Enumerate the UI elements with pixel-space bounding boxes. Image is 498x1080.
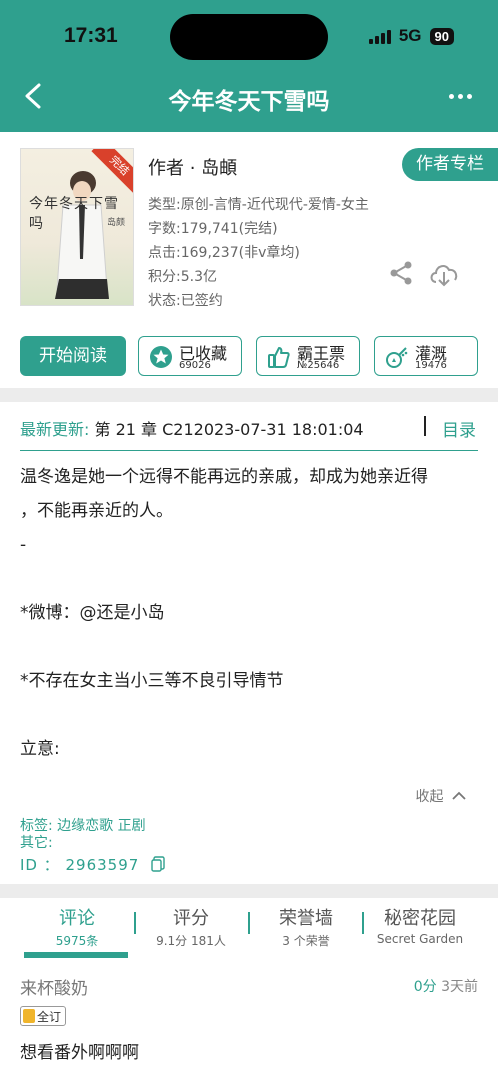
tab-sub: 9.1分 181人 [156, 934, 226, 948]
comment-time: 3天前 [441, 979, 478, 995]
water-button[interactable]: 灌溉 19476 [374, 336, 478, 376]
book-cover[interactable]: 今年冬天下雪吗 岛颇 完结 [20, 148, 134, 306]
book-score: 积分:5.3亿 [148, 269, 217, 285]
copy-icon[interactable] [151, 856, 165, 872]
download-icon[interactable] [428, 260, 460, 288]
table-of-contents-link[interactable]: 目录 [442, 416, 476, 441]
collapse-label: 收起 [415, 789, 444, 805]
summary-line: 立意: [20, 739, 60, 759]
tab-sub: Secret Garden [376, 932, 464, 946]
summary-line [20, 698, 480, 732]
book-word-count: 字数:179,741(完结) [148, 221, 278, 237]
tab-label: 评分 [173, 908, 209, 929]
summary-line [20, 562, 480, 596]
tab-label: 荣誉墙 [279, 908, 333, 929]
tab-sub: 3 个荣誉 [282, 934, 330, 948]
latest-value: 第 21 章 C212023-07-31 18:01:04 [89, 420, 364, 439]
cover-author: 岛颇 [106, 218, 125, 228]
book-clicks: 点击:169,237(非v章均) [148, 245, 300, 261]
book-id: ID ： 2963597 [20, 854, 165, 875]
summary-card: 最新更新: 第 21 章 C212023-07-31 18:01:04 目录 温… [0, 402, 498, 884]
summary-line: - [20, 535, 27, 555]
tab-sub: 5975条 [55, 934, 99, 948]
other-line: 其它: [20, 835, 53, 851]
book-status: 状态:已签约 [148, 293, 223, 309]
cover-illustration [55, 171, 109, 299]
vote-count: №25646 [297, 360, 340, 371]
summary-line [20, 630, 480, 664]
top-bar: 17:31 5G 90 今年冬天下雪吗 [0, 0, 498, 132]
latest-chapter[interactable]: 最新更新: 第 21 章 C212023-07-31 18:01:04 [20, 416, 364, 440]
summary-line: *微博：@还是小岛 [20, 603, 165, 623]
subscriber-badge: 全订 [20, 1006, 67, 1026]
battery-indicator: 90 [429, 27, 454, 45]
page-title: 今年冬天下雪吗 [168, 89, 330, 115]
tab-label: 秘密花园 [384, 908, 456, 929]
comments-section: 评论 5975条 评分 9.1分 181人 荣誉墙 3 个荣誉 秘密花园 Sec… [0, 898, 498, 1080]
water-count: 19476 [415, 360, 447, 371]
book-id-value: ID ： 2963597 [20, 856, 140, 874]
latest-label: 最新更新: [20, 420, 90, 439]
star-icon [150, 346, 172, 368]
author-name[interactable]: 作者 · 岛頔 [148, 154, 237, 180]
status-indicators: 5G 90 [368, 26, 454, 46]
active-tab-indicator [24, 952, 128, 958]
watering-can-icon [386, 347, 408, 368]
start-reading-button[interactable]: 开始阅读 [20, 336, 126, 376]
collect-button[interactable]: 已收藏 69026 [138, 336, 242, 376]
share-icon[interactable] [388, 260, 414, 286]
collapse-button[interactable]: 收起 [416, 786, 466, 806]
badge-label: 全订 [37, 1009, 62, 1024]
status-time: 17:31 [64, 24, 118, 47]
tags-block: 标签: 边缘恋歌 正剧 其它: [20, 818, 146, 852]
summary-line: ，不能再亲近的人。 [20, 501, 173, 521]
tab-secret-garden[interactable]: 秘密花园 Secret Garden [365, 904, 475, 946]
dynamic-island [170, 14, 328, 60]
more-icon[interactable] [449, 94, 472, 99]
chevron-up-icon [452, 791, 466, 800]
tags-line[interactable]: 标签: 边缘恋歌 正剧 [20, 818, 146, 835]
tab-label: 评论 [59, 908, 95, 929]
action-bar: 开始阅读 已收藏 69026 霸王票 №25646 灌溉 19476 [20, 336, 478, 376]
comment-meta: 0分 3天前 [414, 976, 478, 996]
comment-score: 0分 [413, 979, 437, 995]
collect-count: 69026 [179, 360, 211, 371]
comment-text: 想看番外啊啊啊 [20, 1043, 139, 1063]
vote-button[interactable]: 霸王票 №25646 [256, 336, 360, 376]
divider-line [20, 450, 478, 451]
tab-divider [362, 912, 364, 934]
tab-comments[interactable]: 评论 5975条 [22, 904, 132, 949]
divider [424, 416, 426, 436]
tab-divider [248, 912, 250, 934]
author-column-button[interactable]: 作者专栏 [402, 148, 498, 181]
tab-ratings[interactable]: 评分 9.1分 181人 [136, 904, 246, 949]
thumbs-up-icon [268, 347, 290, 368]
tab-honor-wall[interactable]: 荣誉墙 3 个荣誉 [251, 904, 361, 949]
book-type: 类型:原创-言情-近代现代-爱情-女主 [148, 197, 369, 213]
summary-line: *不存在女主当小三等不良引导情节 [20, 671, 284, 691]
network-type: 5G [398, 26, 422, 45]
summary-line: 温冬逸是她一个远得不能再远的亲戚，却成为她亲近得 [20, 467, 428, 487]
comment-user[interactable]: 来杯酸奶 [20, 974, 88, 999]
signal-icon [368, 28, 391, 44]
book-info-card: 今年冬天下雪吗 岛颇 完结 作者 · 岛頔 作者专栏 类型:原创-言情-近代现代… [0, 132, 498, 388]
summary-text: 温冬逸是她一个远得不能再远的亲戚，却成为她亲近得 ，不能再亲近的人。 - *微博… [20, 460, 480, 766]
bookmark-icon [23, 1009, 35, 1023]
